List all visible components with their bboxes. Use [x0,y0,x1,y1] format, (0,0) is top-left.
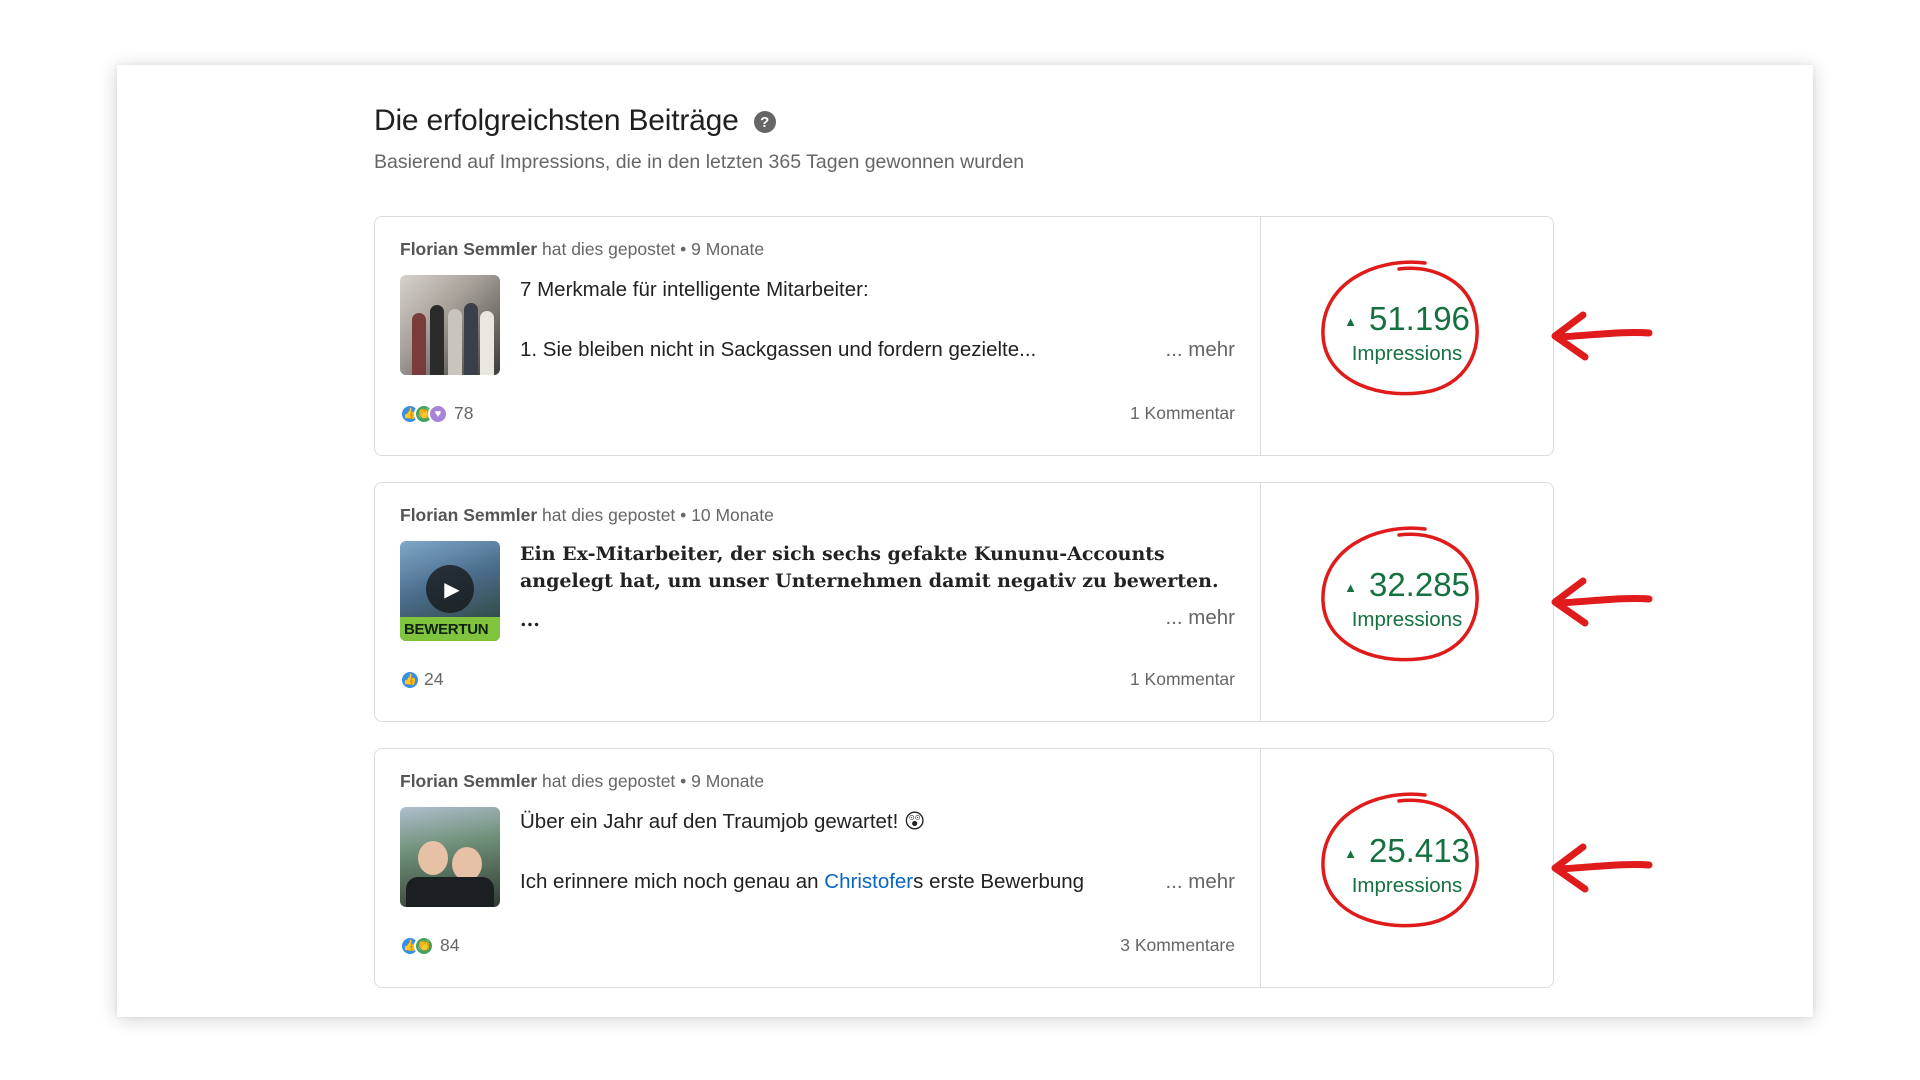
post-main: Florian Semmler hat dies gepostet • 9 Mo… [375,217,1261,455]
impressions-value: ▲ 25.413 [1344,832,1470,870]
like-reaction-icon: 👍 [400,669,420,690]
praise-reaction-icon: 👏 [414,935,434,956]
post-meta: Florian Semmler hat dies gepostet • 9 Mo… [400,239,1235,263]
impressions-number: 51.196 [1368,300,1470,337]
trend-up-icon: ▲ [1344,313,1357,329]
post-card[interactable]: Florian Semmler hat dies gepostet • 9 Mo… [374,748,1653,988]
trend-up-icon: ▲ [1344,579,1357,595]
post-thumbnail[interactable] [400,275,500,375]
more-link[interactable]: ... mehr [1166,603,1236,632]
post-stats: ▲ 51.196 Impressions [1261,217,1553,455]
red-arrow-annotation [1551,311,1653,361]
post-text-segment: s erste Bewerbung [913,870,1085,893]
love-reaction-icon: ♥ [428,403,448,424]
post-author[interactable]: Florian Semmler [400,771,537,791]
post-card[interactable]: Florian Semmler hat dies gepostet • 10 M… [374,482,1653,722]
play-icon[interactable]: ▶ [426,565,474,613]
analytics-card: Die erfolgreichsten Beiträge ? Basierend… [117,65,1813,1017]
post-body: 7 Merkmale für intelligente Mitarbeiter:… [400,275,1235,375]
post-action: hat dies gepostet • 9 Monate [537,771,765,791]
post-meta: Florian Semmler hat dies gepostet • 10 M… [400,505,1235,529]
comments-count[interactable]: 3 Kommentare [1120,935,1235,956]
section-title: Die erfolgreichsten Beiträge [374,104,739,137]
post-footer: 👍 24 1 Kommentar [400,669,1235,690]
post-footer: 👍 👏 ♥ 78 1 Kommentar [400,403,1235,424]
post-author[interactable]: Florian Semmler [400,239,537,259]
post-author[interactable]: Florian Semmler [400,505,537,525]
post-text[interactable]: Über ein Jahr auf den Traumjob gewartet!… [520,807,1235,907]
reaction-count: 24 [424,669,444,689]
trend-up-icon: ▲ [1344,845,1357,861]
post-stats: ▲ 32.285 Impressions [1261,483,1553,721]
post-stats: ▲ 25.413 Impressions [1261,749,1553,987]
post-text-ellipsis: ... [520,609,540,631]
help-icon[interactable]: ? [753,111,776,133]
post-footer: 👍 👏 84 3 Kommentare [400,935,1235,956]
post-main: Florian Semmler hat dies gepostet • 10 M… [375,483,1261,721]
comments-count[interactable]: 1 Kommentar [1130,403,1235,424]
section-subtitle: Basierend auf Impressions, die in den le… [374,151,1025,173]
post-text-line: Ich erinnere mich noch genau an Christof… [520,869,1084,896]
mention-link[interactable]: Christofer [824,870,913,893]
post-action: hat dies gepostet • 9 Monate [537,239,765,259]
reactions[interactable]: 👍 👏 ♥ 78 [400,403,473,424]
post-text[interactable]: Ein Ex-Mitarbeiter, der sich sechs gefak… [520,541,1235,641]
reaction-count: 78 [454,403,474,423]
top-posts-section: Die erfolgreichsten Beiträge ? Basierend… [374,101,1653,1014]
post-thumbnail[interactable]: BEWERTUN ▶ [400,541,500,641]
red-arrow-annotation [1551,843,1653,893]
impressions-label: Impressions [1351,874,1463,897]
post-action: hat dies gepostet • 10 Monate [537,505,774,525]
more-link[interactable]: ... mehr [1166,337,1236,364]
comments-count[interactable]: 1 Kommentar [1130,669,1235,690]
post-body: BEWERTUN ▶ Ein Ex-Mitarbeiter, der sich … [400,541,1235,641]
impressions-label: Impressions [1351,608,1463,631]
post-text-line: Über ein Jahr auf den Traumjob gewartet!… [520,810,926,833]
post-card[interactable]: Florian Semmler hat dies gepostet • 9 Mo… [374,216,1653,456]
post-body: Über ein Jahr auf den Traumjob gewartet!… [400,807,1235,907]
post-meta: Florian Semmler hat dies gepostet • 9 Mo… [400,771,1235,795]
red-arrow-annotation [1551,577,1653,627]
post-list: Florian Semmler hat dies gepostet • 9 Mo… [374,216,1653,988]
post-text[interactable]: 7 Merkmale für intelligente Mitarbeiter:… [520,275,1235,375]
more-link[interactable]: ... mehr [1166,869,1236,896]
reaction-count: 84 [440,935,460,955]
section-header: Die erfolgreichsten Beiträge ? [374,101,1554,141]
reactions[interactable]: 👍 👏 84 [400,935,459,956]
thumbnail-text: BEWERTUN [404,621,489,638]
impressions-number: 32.285 [1368,566,1470,603]
impressions-number: 25.413 [1368,832,1470,869]
impressions-value: ▲ 51.196 [1344,300,1470,338]
post-text-line: Ein Ex-Mitarbeiter, der sich sechs gefak… [520,543,1219,592]
impressions-value: ▲ 32.285 [1344,566,1470,604]
post-text-segment: Ich erinnere mich noch genau an [520,870,825,893]
post-main: Florian Semmler hat dies gepostet • 9 Mo… [375,749,1261,987]
reactions[interactable]: 👍 24 [400,669,443,690]
post-text-line: 1. Sie bleiben nicht in Sackgassen und f… [520,338,1037,361]
impressions-label: Impressions [1351,342,1463,365]
post-text-line: 7 Merkmale für intelligente Mitarbeiter: [520,278,869,301]
post-thumbnail[interactable] [400,807,500,907]
